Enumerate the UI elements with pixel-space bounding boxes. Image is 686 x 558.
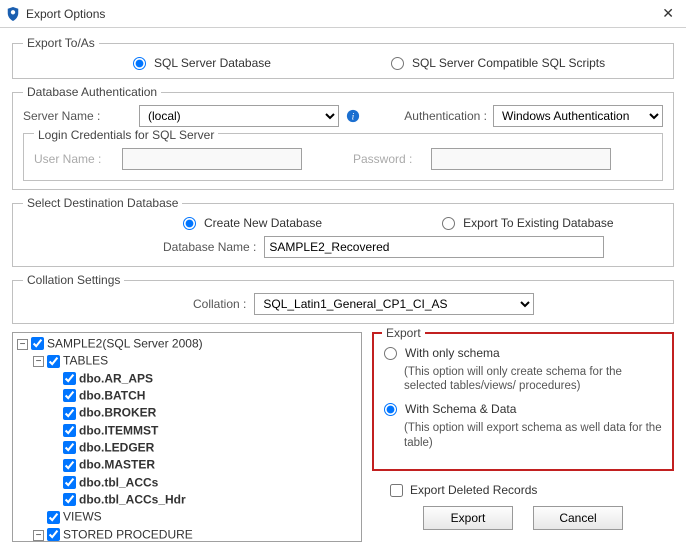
radio-create-new-db[interactable]: Create New Database xyxy=(183,216,322,230)
database-name-input[interactable] xyxy=(264,236,604,258)
database-name-label: Database Name : xyxy=(163,240,256,254)
export-to-as-legend: Export To/As xyxy=(23,36,99,50)
window-title: Export Options xyxy=(26,7,656,21)
radio-sql-scripts[interactable]: SQL Server Compatible SQL Scripts xyxy=(391,56,605,70)
password-label: Password : xyxy=(353,152,423,166)
radio-only-schema[interactable]: With only schema xyxy=(384,346,500,360)
close-icon[interactable]: ✕ xyxy=(656,3,680,24)
db-auth-group: Database Authentication Server Name : (l… xyxy=(12,85,674,190)
export-button[interactable]: Export xyxy=(423,506,513,530)
info-icon[interactable]: i xyxy=(345,108,361,124)
radio-sql-server-db[interactable]: SQL Server Database xyxy=(133,56,271,70)
tree-tables[interactable]: −TABLES −dbo.AR_APS −dbo.BATCH −dbo.BROK… xyxy=(33,352,359,508)
collapse-icon[interactable]: − xyxy=(33,530,44,541)
export-deleted-checkbox[interactable]: Export Deleted Records xyxy=(386,481,674,500)
tree-sprocs[interactable]: −STORED PROCEDURE −sp_sg_NextMyId_Acc_Hd… xyxy=(33,526,359,542)
authentication-label: Authentication : xyxy=(404,109,487,123)
server-name-select[interactable]: (local) xyxy=(139,105,339,127)
tree-item[interactable]: −dbo.AR_APS xyxy=(49,370,359,387)
collation-select[interactable]: SQL_Latin1_General_CP1_CI_AS xyxy=(254,293,534,315)
authentication-select[interactable]: Windows Authentication xyxy=(493,105,663,127)
tree-item[interactable]: −dbo.BROKER xyxy=(49,404,359,421)
login-credentials-group: Login Credentials for SQL Server User Na… xyxy=(23,133,663,181)
username-label: User Name : xyxy=(34,152,114,166)
titlebar: Export Options ✕ xyxy=(0,0,686,28)
db-auth-legend: Database Authentication xyxy=(23,85,161,99)
password-input xyxy=(431,148,611,170)
tree-item[interactable]: −dbo.tbl_ACCs_Hdr xyxy=(49,491,359,508)
schema-and-data-description: (This option will export schema as well … xyxy=(384,421,662,451)
login-credentials-legend: Login Credentials for SQL Server xyxy=(34,128,218,142)
destination-db-group: Select Destination Database Create New D… xyxy=(12,196,674,267)
username-input xyxy=(122,148,302,170)
tree-item[interactable]: −dbo.BATCH xyxy=(49,387,359,404)
tree-views[interactable]: −VIEWS xyxy=(33,508,359,525)
tree-item[interactable]: −dbo.tbl_ACCs xyxy=(49,474,359,491)
server-name-label: Server Name : xyxy=(23,109,133,123)
destination-db-legend: Select Destination Database xyxy=(23,196,182,210)
collapse-icon[interactable]: − xyxy=(17,339,28,350)
export-options-legend: Export xyxy=(382,326,425,340)
collapse-icon[interactable]: − xyxy=(33,356,44,367)
collation-label: Collation : xyxy=(193,297,246,311)
only-schema-description: (This option will only create schema for… xyxy=(384,365,662,395)
app-shield-icon xyxy=(6,7,20,21)
cancel-button[interactable]: Cancel xyxy=(533,506,623,530)
export-to-as-group: Export To/As SQL Server Database SQL Ser… xyxy=(12,36,674,79)
object-tree[interactable]: −SAMPLE2(SQL Server 2008) −TABLES −dbo.A… xyxy=(12,332,362,542)
tree-item[interactable]: −dbo.MASTER xyxy=(49,456,359,473)
tree-root[interactable]: −SAMPLE2(SQL Server 2008) −TABLES −dbo.A… xyxy=(17,335,359,542)
collation-group: Collation Settings Collation : SQL_Latin… xyxy=(12,273,674,324)
radio-export-existing-db[interactable]: Export To Existing Database xyxy=(442,216,614,230)
tree-item[interactable]: −dbo.LEDGER xyxy=(49,439,359,456)
radio-schema-and-data[interactable]: With Schema & Data xyxy=(384,402,516,416)
export-options-group: Export With only schema (This option wil… xyxy=(372,332,674,471)
svg-text:i: i xyxy=(352,112,355,123)
collation-legend: Collation Settings xyxy=(23,273,124,287)
tree-item[interactable]: −dbo.ITEMMST xyxy=(49,422,359,439)
